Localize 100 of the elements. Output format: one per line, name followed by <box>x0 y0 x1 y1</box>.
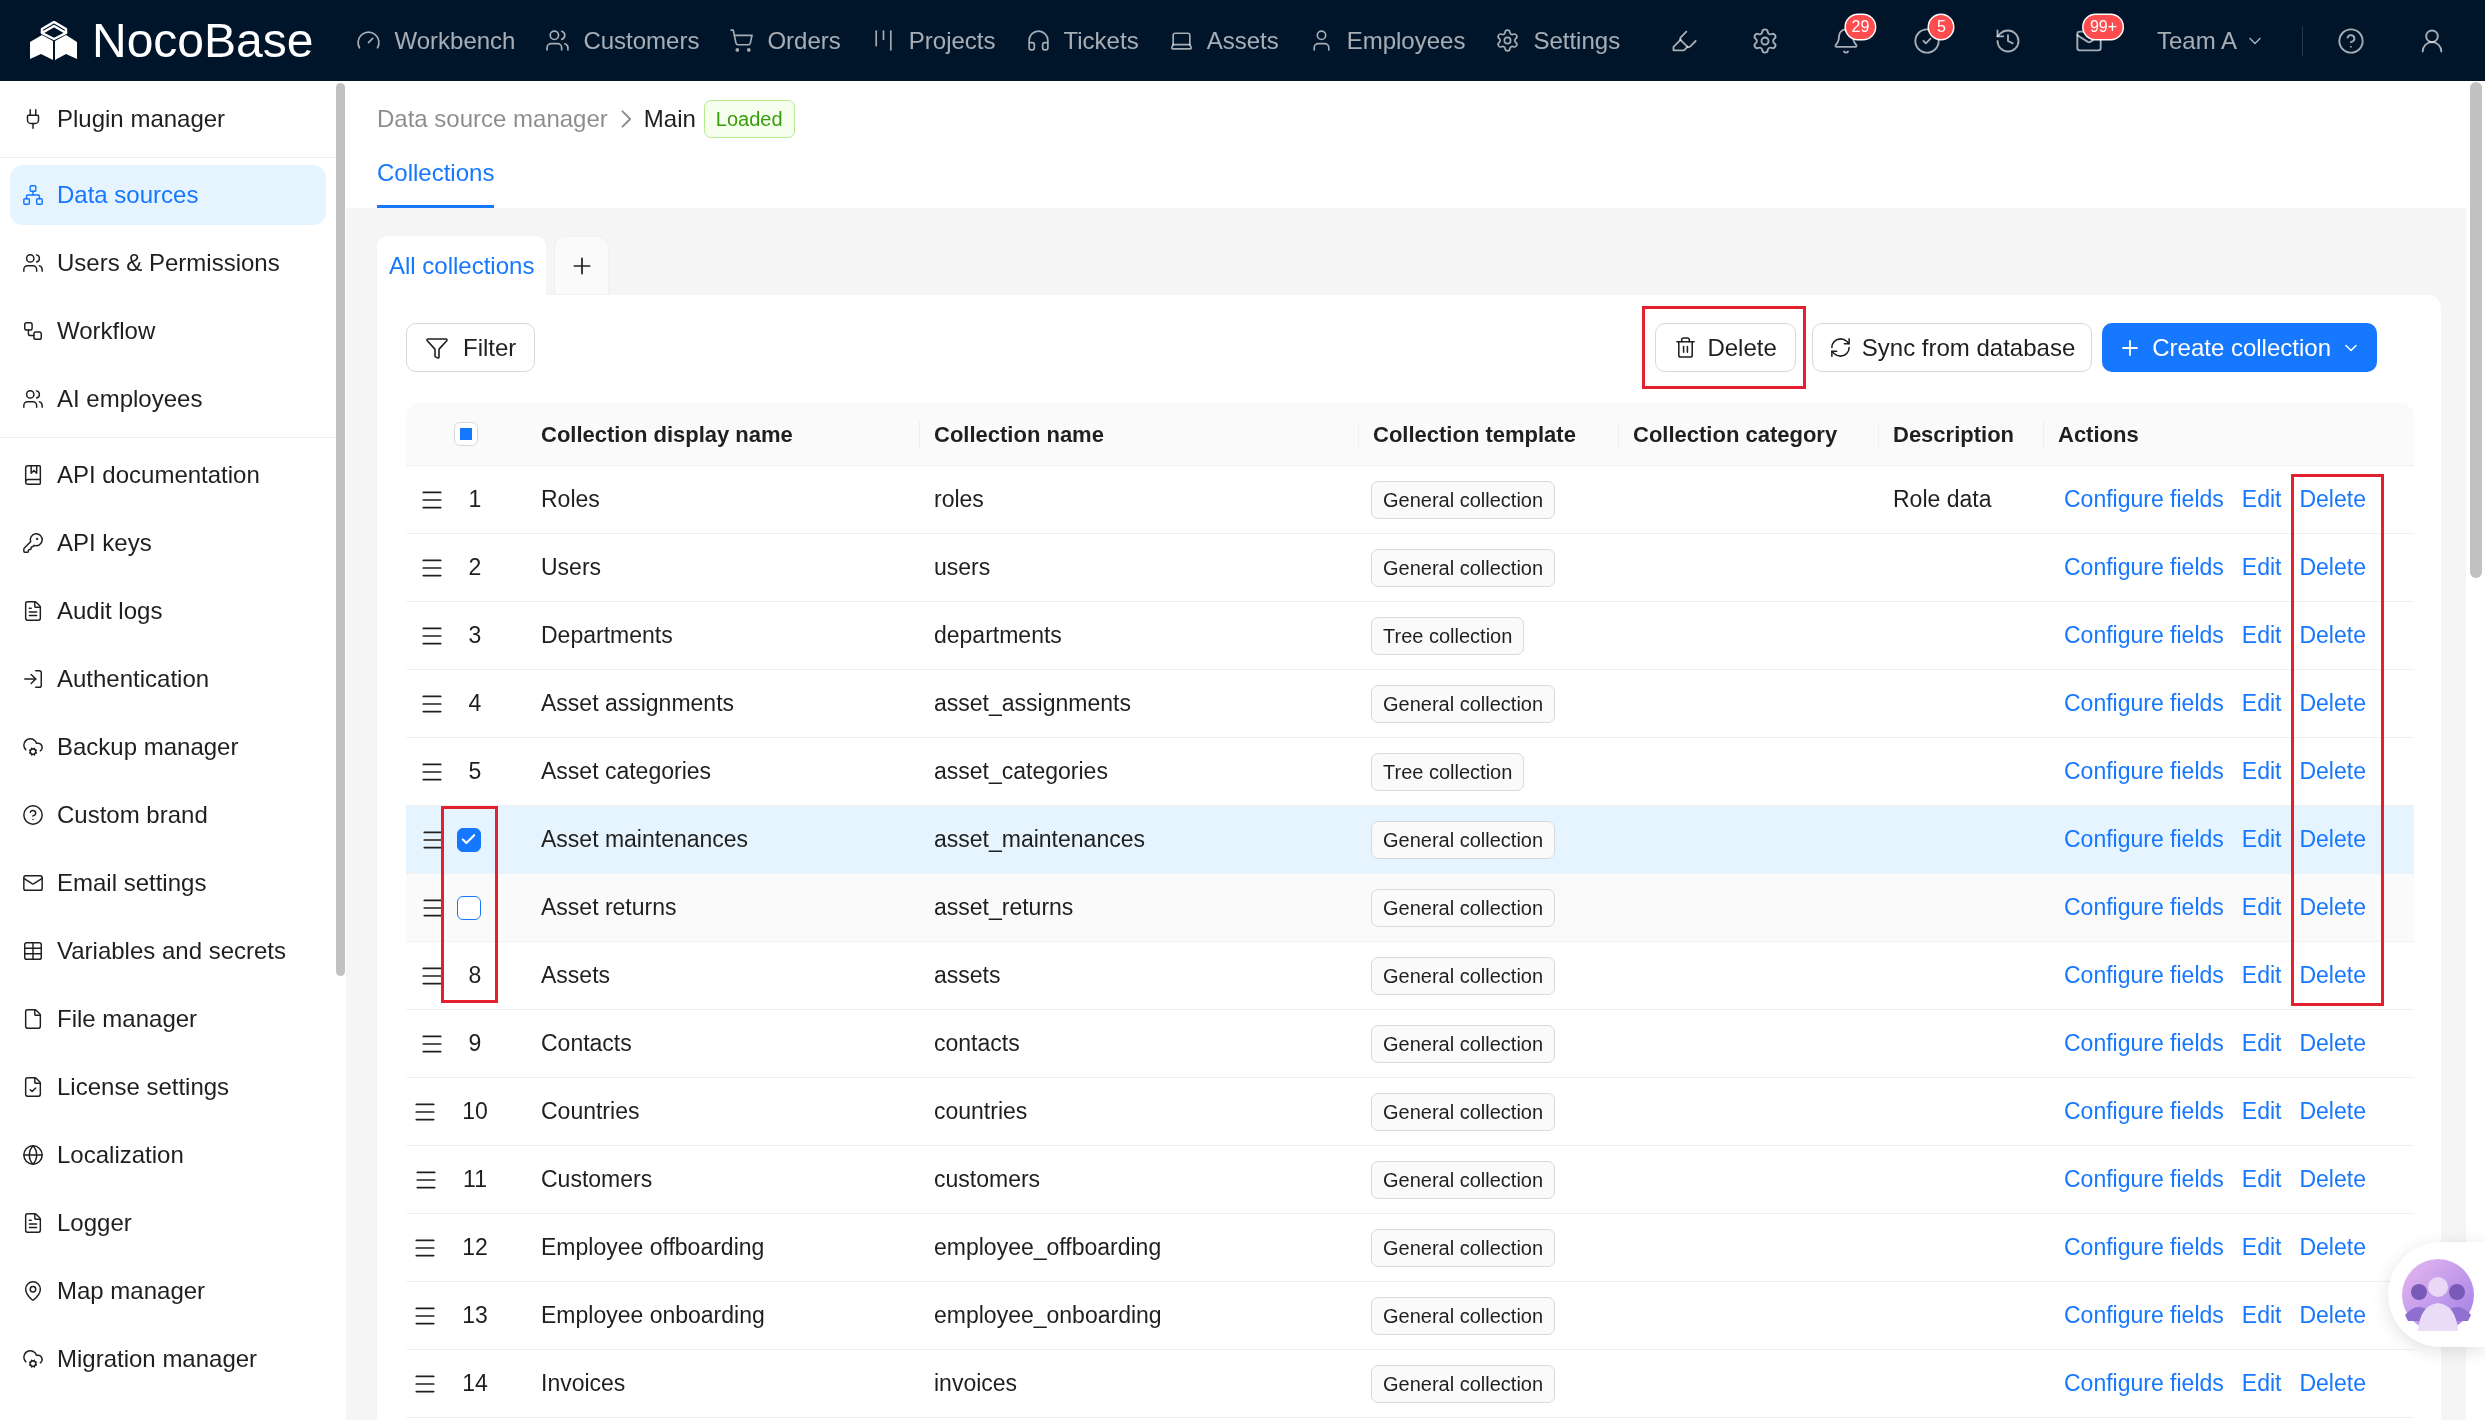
toolbar-icon-button[interactable]: 99+ <box>2048 0 2130 81</box>
sidebar-item[interactable]: Audit logs <box>10 581 326 641</box>
action-link[interactable]: Configure fields <box>2064 618 2224 653</box>
table-cell-text: employee_onboarding <box>934 1301 1162 1331</box>
action-link[interactable]: Edit <box>2241 1298 2282 1333</box>
action-link[interactable]: Edit <box>2241 890 2282 925</box>
action-link[interactable]: Configure fields <box>2064 754 2224 789</box>
action-link[interactable]: Delete <box>2299 890 2366 925</box>
action-link[interactable]: Edit <box>2241 754 2282 789</box>
action-link[interactable]: Edit <box>2241 618 2282 653</box>
action-link[interactable]: Edit <box>2241 1230 2282 1265</box>
toolbar-icon-button[interactable]: 29 <box>1805 0 1887 81</box>
sidebar-item[interactable]: API documentation <box>10 445 326 505</box>
scrollbar-thumb[interactable] <box>2469 82 2482 578</box>
sidebar-item[interactable]: Migration manager <box>10 1329 326 1389</box>
tab[interactable]: Collections <box>377 153 495 208</box>
toolbar-icon-button[interactable]: 5 <box>1886 0 1968 81</box>
action-link[interactable]: Delete <box>2299 1230 2366 1265</box>
action-link[interactable]: Configure fields <box>2064 822 2224 857</box>
nav-item[interactable]: Assets <box>1168 22 1279 59</box>
users-icon <box>22 252 44 274</box>
action-link[interactable]: Configure fields <box>2064 1094 2224 1129</box>
action-link[interactable]: Configure fields <box>2064 1026 2224 1061</box>
sidebar-item[interactable]: Logger <box>10 1193 326 1253</box>
tab[interactable]: All collections <box>377 236 547 295</box>
delete-button[interactable]: Delete <box>1655 323 1796 372</box>
action-link[interactable]: Configure fields <box>2064 686 2224 721</box>
nav-item[interactable]: Projects <box>870 22 996 59</box>
count-badge: 99+ <box>2083 14 2123 39</box>
login-icon <box>22 668 44 690</box>
action-link[interactable]: Delete <box>2299 1094 2366 1129</box>
sidebar-item[interactable]: Plugin manager <box>10 89 326 149</box>
sidebar-item[interactable]: Email settings <box>10 853 326 913</box>
action-link[interactable]: Configure fields <box>2064 550 2224 585</box>
sidebar-item[interactable]: Variables and secrets <box>10 921 326 981</box>
create-collection-button[interactable]: Create collection <box>2102 323 2377 372</box>
table-cell-text: Role data <box>1893 485 1992 515</box>
breadcrumb-link[interactable]: Data source manager <box>377 101 608 137</box>
action-link[interactable]: Edit <box>2241 550 2282 585</box>
action-link[interactable]: Delete <box>2299 1162 2366 1197</box>
nav-item[interactable]: Settings <box>1495 22 1621 59</box>
sidebar-item[interactable]: Users & Permissions <box>10 233 326 293</box>
map-pin-icon <box>22 1280 44 1302</box>
action-link[interactable]: Delete <box>2299 686 2366 721</box>
sidebar-item[interactable]: Data sources <box>10 165 326 225</box>
table-cell-text: asset_maintenances <box>934 825 1145 855</box>
action-link[interactable]: Configure fields <box>2064 1230 2224 1265</box>
action-link[interactable]: Edit <box>2241 1026 2282 1061</box>
action-link[interactable]: Delete <box>2299 1366 2366 1401</box>
sidebar-item[interactable]: Localization <box>10 1125 326 1185</box>
sidebar-item[interactable]: AI employees <box>10 369 326 429</box>
action-link[interactable]: Edit <box>2241 958 2282 993</box>
row-number: 10 <box>462 1097 488 1127</box>
nav-item[interactable]: Workbench <box>356 22 516 59</box>
sidebar-item[interactable]: Map manager <box>10 1261 326 1321</box>
sidebar-item[interactable]: Custom brand <box>10 785 326 845</box>
action-link[interactable]: Edit <box>2241 482 2282 517</box>
action-link[interactable]: Edit <box>2241 1162 2282 1197</box>
table-cell-text: Countries <box>541 1097 640 1127</box>
action-link[interactable]: Delete <box>2299 754 2366 789</box>
nav-item[interactable]: Orders <box>729 22 841 59</box>
action-link[interactable]: Edit <box>2241 822 2282 857</box>
action-link[interactable]: Configure fields <box>2064 890 2224 925</box>
nav-item[interactable]: Employees <box>1308 22 1466 59</box>
action-link[interactable]: Configure fields <box>2064 1298 2224 1333</box>
nav-item[interactable]: Tickets <box>1025 22 1139 59</box>
table-cell-text: Departments <box>541 621 673 651</box>
action-link[interactable]: Delete <box>2299 618 2366 653</box>
row-checkbox[interactable] <box>456 895 481 920</box>
sidebar-item[interactable]: Workflow <box>10 301 326 361</box>
globe-icon <box>22 1144 44 1166</box>
action-link[interactable]: Edit <box>2241 686 2282 721</box>
team-switcher[interactable]: Team A <box>2156 22 2265 59</box>
row-number: 8 <box>468 961 482 991</box>
action-link[interactable]: Configure fields <box>2064 1366 2224 1401</box>
action-link[interactable]: Delete <box>2299 1298 2366 1333</box>
table-cell-text: departments <box>934 621 1062 651</box>
action-link[interactable]: Configure fields <box>2064 1162 2224 1197</box>
scrollbar-thumb[interactable] <box>336 83 345 976</box>
action-link[interactable]: Edit <box>2241 1094 2282 1129</box>
action-link[interactable]: Delete <box>2299 482 2366 517</box>
action-link[interactable]: Delete <box>2299 1026 2366 1061</box>
column-header: Actions <box>2058 420 2139 449</box>
action-link[interactable]: Delete <box>2299 550 2366 585</box>
sync-button[interactable]: Sync from database <box>1811 323 2093 372</box>
nav-item[interactable]: Customers <box>545 22 700 59</box>
filter-button[interactable]: Filter <box>406 323 536 372</box>
sidebar-item[interactable]: Backup manager <box>10 717 326 777</box>
action-link[interactable]: Delete <box>2299 958 2366 993</box>
sidebar-item[interactable]: Authentication <box>10 649 326 709</box>
action-link[interactable]: Configure fields <box>2064 958 2224 993</box>
sidebar-item[interactable]: File manager <box>10 989 326 1049</box>
table-cell-text: countries <box>934 1097 1028 1127</box>
select-all-checkbox[interactable] <box>454 422 478 446</box>
sidebar-item[interactable]: API keys <box>10 513 326 573</box>
action-link[interactable]: Configure fields <box>2064 482 2224 517</box>
action-link[interactable]: Edit <box>2241 1366 2282 1401</box>
sidebar-item[interactable]: License settings <box>10 1057 326 1117</box>
action-link[interactable]: Delete <box>2299 822 2366 857</box>
row-checkbox[interactable] <box>456 827 481 852</box>
